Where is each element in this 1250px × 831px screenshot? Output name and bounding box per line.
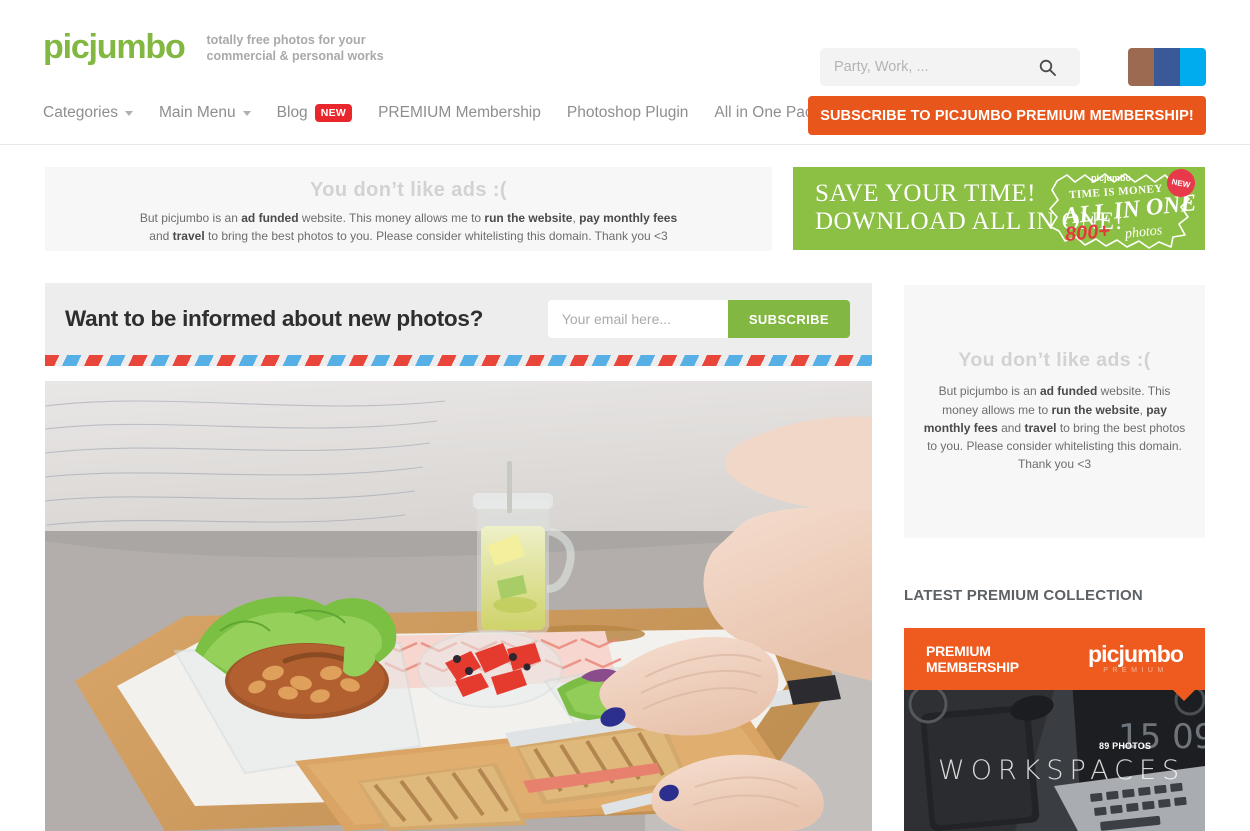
- nav-item-categories[interactable]: Categories: [43, 104, 133, 122]
- adblock-l1a: But picjumbo is an: [139, 211, 242, 225]
- adblock-notice-sidebar: You don’t like ads :( But picjumbo is an…: [904, 285, 1205, 538]
- collection-banner: PREMIUM MEMBERSHIP picjumbo PREMIUM: [904, 628, 1205, 690]
- adblock-l1d: run the website: [484, 211, 573, 225]
- adblock-p1g: and: [997, 420, 1025, 435]
- adblock-l1b: ad funded: [241, 211, 299, 225]
- nav-item-all-in-one-pack[interactable]: All in One Pack: [714, 104, 820, 122]
- newsletter-title: Want to be informed about new photos?: [65, 306, 484, 331]
- collection-banner-logo-wrap: picjumbo PREMIUM: [1087, 641, 1184, 674]
- newsletter-bar: Want to be informed about new photos? SU…: [45, 283, 872, 355]
- collection-banner-label: PREMIUM MEMBERSHIP: [926, 643, 1019, 675]
- newsletter-form: SUBSCRIBE: [547, 300, 850, 338]
- banner-label-line2: MEMBERSHIP: [926, 659, 1019, 675]
- new-badge: NEW: [314, 104, 353, 122]
- photo-illustration: [45, 381, 872, 831]
- nav-item-main-menu[interactable]: Main Menu: [159, 104, 251, 122]
- adblock-p1d: run the website: [1051, 402, 1140, 417]
- site-tagline: totally free photos for your commercial …: [206, 33, 384, 63]
- collection-title: WORKSPACES: [938, 755, 1186, 786]
- logo-area[interactable]: picjumbo totally free photos for your co…: [43, 30, 417, 64]
- chevron-down-icon: [242, 110, 251, 116]
- svg-text:15 09: 15 09: [1118, 717, 1205, 757]
- social-links[interactable]: [1128, 48, 1206, 86]
- nav-item-premium-membership[interactable]: PREMIUM Membership: [378, 104, 541, 122]
- badge-photo-count: 800+: [1064, 220, 1111, 246]
- nav-label: Photoshop Plugin: [566, 104, 689, 121]
- adblock-title: You don’t like ads :(: [958, 349, 1151, 372]
- adblock-p1b: ad funded: [1039, 384, 1098, 399]
- adblock-notice-top: You don’t like ads :( But picjumbo is an…: [45, 167, 772, 251]
- adblock-text: But picjumbo is an ad funded website. Th…: [140, 209, 677, 245]
- premium-collection-card[interactable]: 15 09 89 PHOTOS WORKSPACES PREMIUM MEMBE…: [904, 628, 1205, 831]
- site-header: picjumbo totally free photos for your co…: [0, 0, 1250, 145]
- collection-banner-logo-sub: PREMIUM: [1103, 666, 1168, 674]
- search-box[interactable]: [820, 48, 1080, 86]
- all-in-one-banner[interactable]: SAVE YOUR TIME! DOWNLOAD ALL IN ONE! pic…: [793, 167, 1205, 250]
- search-input[interactable]: [820, 48, 1025, 86]
- banner-badge-graphic: picjumbo TIME IS MONEY ALL IN ONE 800+ p…: [1049, 167, 1199, 249]
- banner-line1: SAVE YOUR TIME!: [815, 180, 1036, 207]
- nav-label: Categories: [43, 104, 118, 121]
- main-content: Want to be informed about new photos? SU…: [45, 283, 872, 831]
- twitter-icon[interactable]: [1180, 48, 1206, 86]
- adblock-l1c: website. This money allows me to: [298, 211, 485, 225]
- sidebar: You don’t like ads :( But picjumbo is an…: [904, 285, 1205, 831]
- collection-banner-logo: picjumbo: [1087, 641, 1184, 668]
- adblock-title: You don’t like ads :(: [310, 179, 507, 201]
- adblock-l2c: to bring the best photos to you. Please …: [204, 229, 668, 243]
- site-logo[interactable]: picjumbo: [43, 30, 186, 64]
- airmail-stripe-divider: [45, 355, 872, 366]
- search-button[interactable]: [1025, 48, 1070, 86]
- facebook-icon[interactable]: [1154, 48, 1180, 86]
- adblock-p1a: But picjumbo is an: [938, 384, 1040, 399]
- adblock-l1f: pay monthly fees: [579, 211, 678, 225]
- main-nav: Categories Main Menu Blog NEW PREMIUM Me…: [43, 104, 820, 122]
- collection-photo-count: 89 PHOTOS: [1099, 741, 1152, 751]
- adblock-p1h: travel: [1024, 420, 1057, 435]
- badge-brand: picjumbo: [1091, 173, 1131, 183]
- instagram-icon[interactable]: [1128, 48, 1154, 86]
- adblock-l2a: and: [149, 229, 173, 243]
- nav-item-photoshop-plugin[interactable]: Photoshop Plugin: [567, 104, 689, 122]
- adblock-text: But picjumbo is an ad funded website. Th…: [920, 382, 1189, 473]
- search-icon: [1039, 59, 1056, 76]
- newsletter-subscribe-button[interactable]: SUBSCRIBE: [727, 300, 850, 338]
- nav-label: All in One Pack: [714, 104, 821, 121]
- latest-premium-collection-heading: LATEST PREMIUM COLLECTION: [904, 587, 1143, 604]
- banner-notch-triangle: [1173, 690, 1195, 701]
- adblock-l2b: travel: [172, 229, 205, 243]
- nav-label: Main Menu: [158, 104, 236, 121]
- newsletter-email-input[interactable]: [547, 300, 728, 338]
- featured-photo[interactable]: [45, 381, 872, 831]
- nav-label: PREMIUM Membership: [378, 104, 541, 121]
- nav-item-blog[interactable]: Blog NEW: [276, 104, 353, 122]
- banner-label-line1: PREMIUM: [926, 642, 991, 659]
- nav-label: Blog: [276, 104, 308, 121]
- ad-row: You don’t like ads :( But picjumbo is an…: [0, 146, 1250, 266]
- picjumbo-homepage: picjumbo totally free photos for your co…: [0, 0, 1250, 831]
- subscribe-premium-button[interactable]: SUBSCRIBE TO PICJUMBO PREMIUM MEMBERSHIP…: [808, 96, 1206, 135]
- chevron-down-icon: [124, 110, 133, 116]
